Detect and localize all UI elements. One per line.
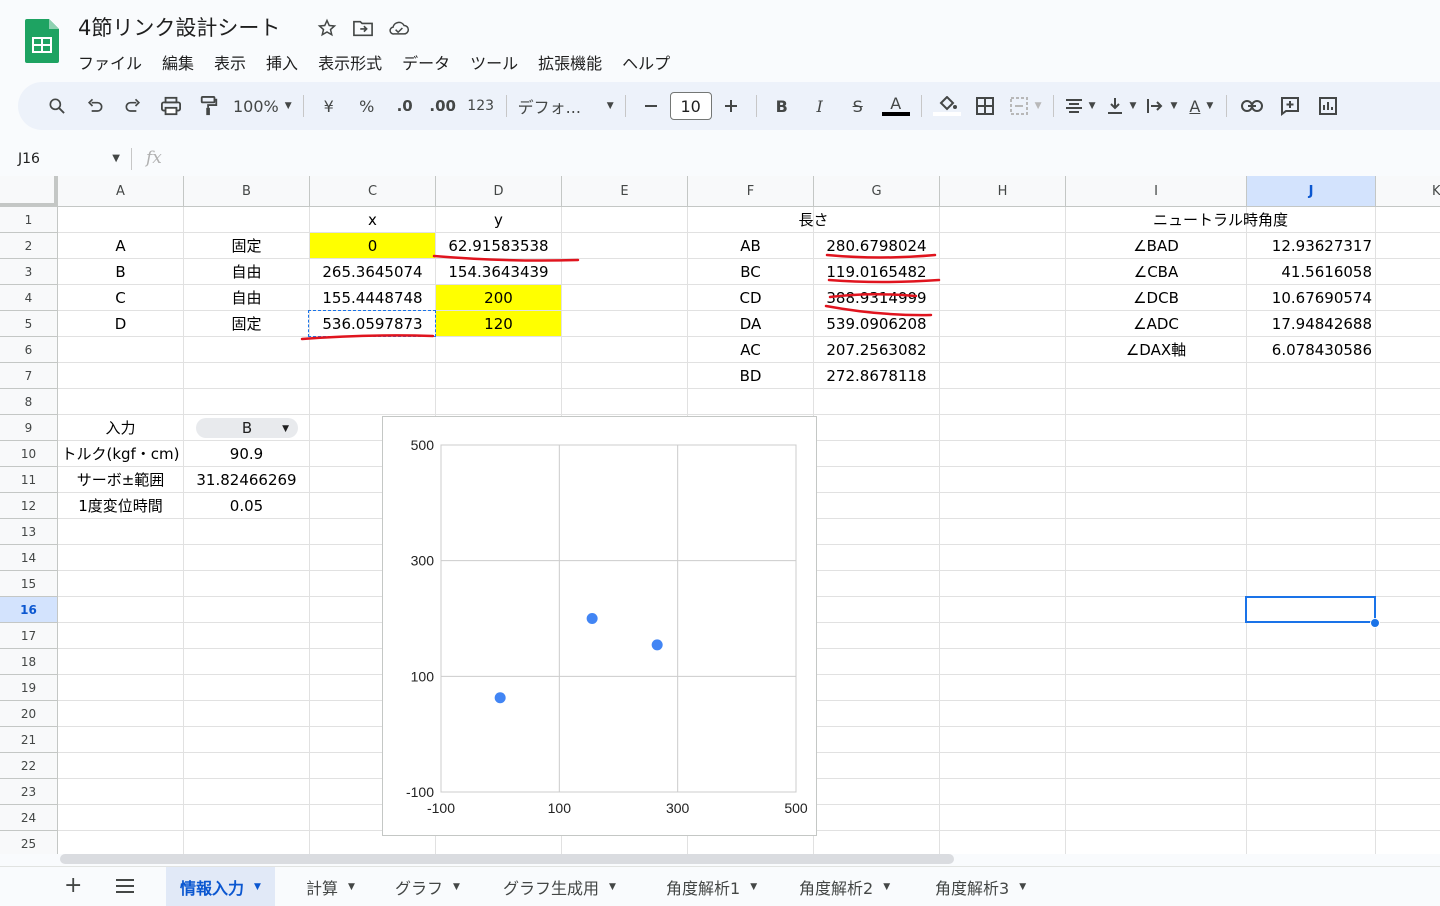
chevron-down-icon: ▼ [284, 101, 292, 111]
fx-icon: fx [146, 148, 162, 168]
link-icon[interactable] [1238, 90, 1266, 122]
y-tick-label: -100 [406, 784, 434, 800]
horizontal-scrollbar[interactable] [60, 854, 954, 864]
y-tick-label: 500 [411, 437, 435, 453]
wrap-icon[interactable]: ▼ [1146, 90, 1177, 122]
tab-graph-seisei[interactable]: グラフ生成用 ▼ [489, 867, 630, 906]
font-select[interactable]: デフォ... ▼ [518, 90, 614, 122]
paint-format-icon[interactable] [195, 90, 223, 122]
chevron-down-icon: ▼ [750, 881, 758, 892]
strikethrough-icon[interactable]: S [844, 90, 872, 122]
cloud-status-icon[interactable] [388, 17, 410, 39]
toolbar-divider [920, 95, 922, 117]
menu-item-2[interactable]: 表示 [204, 48, 256, 76]
toolbar-divider [755, 95, 757, 117]
rotate-icon[interactable]: A ▼ [1187, 90, 1215, 122]
y-tick-label: 100 [411, 668, 435, 684]
print-icon[interactable] [157, 90, 185, 122]
bold-icon[interactable]: B [768, 90, 796, 122]
tab-kakudo-kaiseki-3[interactable]: 角度解析3 ▼ [921, 867, 1040, 906]
tab-graph[interactable]: グラフ ▼ [381, 867, 474, 906]
spreadsheet-grid[interactable]: A B C D E F G H I J K 1 2 3 4 5 6 7 8 9 … [0, 176, 1440, 854]
menu-bar: ファイル 編集 表示 挿入 表示形式 データ ツール 拡張機能 ヘルプ [68, 48, 680, 76]
redo-icon[interactable] [119, 90, 147, 122]
menu-item-6[interactable]: ツール [460, 48, 528, 76]
chevron-down-icon: ▼ [453, 881, 460, 892]
scatter-point [494, 692, 506, 704]
x-tick-label: 100 [548, 800, 572, 816]
scatter-chart[interactable]: -100 100 300 500 500 300 100 -100 [382, 416, 817, 836]
chevron-down-icon: ▼ [254, 881, 261, 892]
increase-font-size-button[interactable] [717, 90, 745, 122]
add-sheet-button[interactable]: + [64, 875, 82, 897]
toolbar-divider [505, 95, 507, 117]
menu-item-0[interactable]: ファイル [68, 48, 152, 76]
align-icon[interactable]: ▼ [1065, 90, 1096, 122]
menu-item-1[interactable]: 編集 [152, 48, 204, 76]
tab-keisan[interactable]: 計算 ▼ [292, 867, 369, 906]
formula-divider [131, 148, 132, 170]
toolbar: 100% ▼ ¥ % .0 .00 123 デフォ... ▼ 10 B I S A … [18, 82, 1440, 130]
chevron-down-icon: ▼ [348, 881, 355, 892]
decrease-decimal-button[interactable]: .0 [391, 90, 419, 122]
fill-color-icon[interactable] [932, 90, 961, 122]
font-size-input[interactable]: 10 [669, 92, 712, 120]
borders-icon[interactable] [971, 90, 999, 122]
toolbar-divider [1226, 95, 1228, 117]
merge-icon[interactable]: ▼ [1009, 90, 1042, 122]
name-box[interactable]: J16 ▼ [0, 142, 130, 176]
star-icon[interactable] [316, 17, 338, 39]
menu-item-8[interactable]: ヘルプ [612, 48, 680, 76]
italic-icon[interactable]: I [806, 90, 834, 122]
chevron-down-icon: ▼ [1019, 881, 1027, 892]
chevron-down-icon: ▼ [609, 881, 616, 892]
tab-kakudo-kaiseki-2[interactable]: 角度解析2 ▼ [785, 867, 904, 906]
zoom-select[interactable]: 100% ▼ [233, 90, 292, 122]
plot-area-border [440, 444, 797, 793]
move-folder-icon[interactable] [352, 17, 374, 39]
menu-item-5[interactable]: データ [392, 48, 460, 76]
sheet-tab-bar: + 情報入力 ▼ 計算 ▼ グラフ ▼ グラフ生成用 ▼ 角度解析1 ▼ 角度解析2 ▼ 角… [0, 866, 1440, 906]
currency-format-button[interactable]: ¥ [315, 90, 343, 122]
chevron-down-icon: ▼ [112, 153, 120, 164]
x-tick-label: 500 [784, 800, 808, 816]
chart-canvas: -100 100 300 500 500 300 100 -100 [406, 437, 808, 816]
undo-icon[interactable] [81, 90, 109, 122]
chart-icon[interactable] [1314, 90, 1342, 122]
scatter-point [586, 613, 598, 624]
y-tick-label: 300 [411, 553, 435, 569]
percent-format-button[interactable]: % [353, 90, 381, 122]
chevron-down-icon: ▼ [883, 881, 891, 892]
menu-item-4[interactable]: 表示形式 [308, 48, 392, 76]
number-format-button[interactable]: 123 [467, 90, 495, 122]
x-tick-label: 300 [666, 800, 690, 816]
toolbar-divider [1052, 95, 1054, 117]
sheets-logo-icon[interactable] [25, 19, 59, 63]
text-color-icon[interactable]: A [881, 90, 910, 122]
increase-decimal-button[interactable]: .00 [429, 90, 457, 122]
tab-joho-nyuryoku[interactable]: 情報入力 ▼ [166, 867, 275, 906]
x-tick-label: -100 [427, 800, 455, 816]
scatter-point [651, 639, 663, 651]
menu-item-7[interactable]: 拡張機能 [528, 48, 612, 76]
toolbar-divider [302, 95, 304, 117]
search-icon[interactable] [43, 90, 71, 122]
document-title[interactable]: 4節リンク設計シート [78, 12, 280, 42]
toolbar-divider [624, 95, 626, 117]
comment-icon[interactable] [1276, 90, 1304, 122]
menu-item-3[interactable]: 挿入 [256, 48, 308, 76]
decrease-font-size-button[interactable] [637, 90, 665, 122]
chevron-down-icon: ▼ [606, 101, 614, 111]
tab-kakudo-kaiseki-1[interactable]: 角度解析1 ▼ [652, 867, 771, 906]
all-sheets-button[interactable] [116, 879, 134, 897]
valign-icon[interactable]: ▼ [1106, 90, 1136, 122]
